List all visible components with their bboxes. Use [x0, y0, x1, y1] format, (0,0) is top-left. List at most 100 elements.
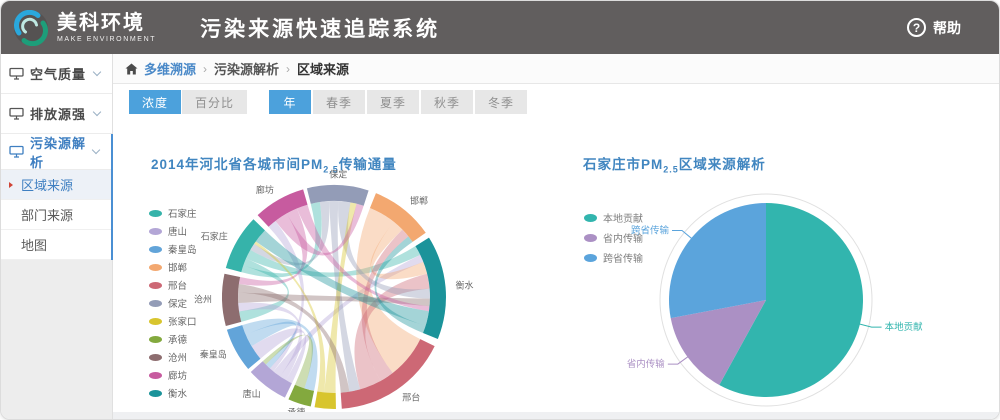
filter-winter-button[interactable]: 冬季 [475, 90, 527, 114]
chord-city-label: 邢台 [402, 392, 420, 403]
legend-marker-icon [149, 264, 162, 271]
sidebar-subitem-map[interactable]: 地图 [1, 230, 111, 260]
legend-label: 承德 [168, 332, 187, 346]
question-mark-icon: ? [907, 18, 926, 37]
brand-text: 美科环境 MAKE ENVIRONMENT [57, 13, 156, 43]
pie-callout-label: 省内传输 [627, 358, 666, 370]
legend-marker-icon [149, 300, 162, 307]
help-button[interactable]: ? 帮助 [907, 18, 961, 38]
chord-legend-item[interactable]: 沧州 [149, 350, 197, 364]
pie-callout-label: 跨省传输 [631, 225, 670, 237]
sidebar-active-group: 污染源解析 区域来源 部门来源 地图 [1, 134, 113, 260]
chord-city-label: 保定 [329, 168, 347, 179]
page-title: 污染来源快速追踪系统 [200, 13, 440, 43]
legend-marker-icon [149, 318, 162, 325]
chord-legend: 石家庄唐山秦皇岛邯郸邢台保定张家口承德沧州廊坊衡水 [149, 206, 197, 400]
monitor-icon [9, 67, 24, 80]
pie-callout-line [668, 356, 689, 364]
filter-year-button[interactable]: 年 [269, 90, 311, 114]
chord-city-label: 邯郸 [410, 195, 428, 206]
pie-slice-跨省传输[interactable] [669, 203, 766, 318]
legend-label: 廊坊 [168, 368, 187, 382]
filter-summer-button[interactable]: 夏季 [367, 90, 419, 114]
footer-strip [113, 412, 999, 419]
brand-name-cn: 美科环境 [57, 13, 156, 33]
chord-legend-item[interactable]: 承德 [149, 332, 197, 346]
legend-marker-icon [149, 354, 162, 361]
chord-city-label: 衡水 [456, 280, 474, 291]
legend-marker-icon [149, 372, 162, 379]
sidebar-item-emission-source[interactable]: 排放源强 [1, 94, 112, 134]
chord-legend-item[interactable]: 石家庄 [149, 206, 197, 220]
breadcrumb-item[interactable]: 区域来源 [297, 59, 349, 78]
chord-legend-item[interactable]: 邢台 [149, 278, 197, 292]
sidebar-item-label: 排放源强 [30, 104, 94, 123]
sidebar-item-label: 污染源解析 [30, 133, 93, 171]
legend-label: 邢台 [168, 278, 187, 292]
sidebar-item-air-quality[interactable]: 空气质量 [1, 54, 112, 94]
home-icon[interactable] [125, 63, 138, 75]
legend-label: 唐山 [168, 224, 187, 238]
chord-arc-张家口[interactable] [315, 392, 336, 409]
legend-label: 衡水 [168, 386, 187, 400]
sidebar-subitem-label: 地图 [21, 235, 47, 254]
chord-legend-item[interactable]: 邯郸 [149, 260, 197, 274]
chord-legend-item[interactable]: 秦皇岛 [149, 242, 197, 256]
chord-title-prefix: 2014年河北省各城市间PM [151, 157, 323, 172]
brand-name-en: MAKE ENVIRONMENT [57, 36, 156, 43]
chord-legend-item[interactable]: 张家口 [149, 314, 197, 328]
chord-city-label: 秦皇岛 [200, 349, 227, 360]
sidebar: 空气质量 排放源强 污染源解析 [1, 54, 113, 419]
chord-city-label: 唐山 [243, 388, 261, 399]
chord-legend-item[interactable]: 唐山 [149, 224, 197, 238]
legend-label: 邯郸 [168, 260, 187, 274]
chord-city-label: 沧州 [194, 294, 212, 305]
help-label: 帮助 [933, 18, 961, 38]
chord-legend-item[interactable]: 衡水 [149, 386, 197, 400]
brand-logo-icon [13, 10, 49, 46]
filter-autumn-button[interactable]: 秋季 [421, 90, 473, 114]
app-window: 美科环境 MAKE ENVIRONMENT 污染来源快速追踪系统 ? 帮助 空气… [0, 0, 1000, 420]
sidebar-subitem-label: 区域来源 [21, 175, 73, 194]
filter-concentration-button[interactable]: 浓度 [129, 90, 181, 114]
breadcrumb: 多维溯源 › 污染源解析 › 区域来源 [113, 54, 999, 84]
monitor-icon [9, 145, 24, 158]
breadcrumb-separator: › [286, 62, 290, 76]
filter-spring-button[interactable]: 春季 [313, 90, 365, 114]
main-content: 多维溯源 › 污染源解析 › 区域来源 浓度 百分比 年 春季 夏季 秋季 冬季… [113, 54, 999, 419]
chord-legend-item[interactable]: 保定 [149, 296, 197, 310]
legend-label: 沧州 [168, 350, 187, 364]
pie-callout-label: 本地贡献 [885, 321, 924, 333]
mode-toggle-group: 浓度 百分比 [129, 90, 247, 114]
chord-city-label: 廊坊 [256, 184, 274, 195]
legend-marker-icon [149, 228, 162, 235]
pie-chart-svg[interactable]: 本地贡献省内传输 跨省传输 [591, 161, 1000, 420]
chevron-down-icon [93, 108, 101, 116]
sidebar-subitem-regional-source[interactable]: 区域来源 [1, 170, 111, 200]
breadcrumb-separator: › [203, 62, 207, 76]
legend-marker-icon [149, 282, 162, 289]
legend-marker-icon [149, 210, 162, 217]
monitor-icon [9, 107, 24, 120]
legend-marker-icon [149, 390, 162, 397]
legend-marker-icon [149, 336, 162, 343]
legend-marker-icon [149, 246, 162, 253]
breadcrumb-item[interactable]: 污染源解析 [214, 59, 279, 78]
season-toggle-group: 年 春季 夏季 秋季 冬季 [269, 90, 527, 114]
active-caret-icon [9, 182, 13, 188]
sidebar-item-pollution-source-analysis[interactable]: 污染源解析 [1, 134, 111, 170]
sidebar-item-label: 空气质量 [30, 64, 94, 83]
sidebar-subitem-sector-source[interactable]: 部门来源 [1, 200, 111, 230]
chevron-down-icon [93, 68, 101, 76]
sidebar-subitem-label: 部门来源 [21, 205, 73, 224]
chord-chart-svg[interactable]: 石家庄唐山秦皇岛邯郸邢台保定张家口承德沧州廊坊衡水 [191, 171, 481, 420]
chord-city-label: 石家庄 [201, 230, 228, 241]
app-header: 美科环境 MAKE ENVIRONMENT 污染来源快速追踪系统 ? 帮助 [1, 1, 999, 54]
chevron-down-icon [92, 146, 100, 154]
chord-title-suffix: 传输通量 [339, 157, 397, 172]
chord-legend-item[interactable]: 廊坊 [149, 368, 197, 382]
legend-label: 保定 [168, 296, 187, 310]
breadcrumb-item[interactable]: 多维溯源 [144, 59, 196, 78]
filter-percentage-button[interactable]: 百分比 [182, 90, 247, 114]
sidebar-menu: 空气质量 排放源强 污染源解析 [1, 54, 112, 260]
